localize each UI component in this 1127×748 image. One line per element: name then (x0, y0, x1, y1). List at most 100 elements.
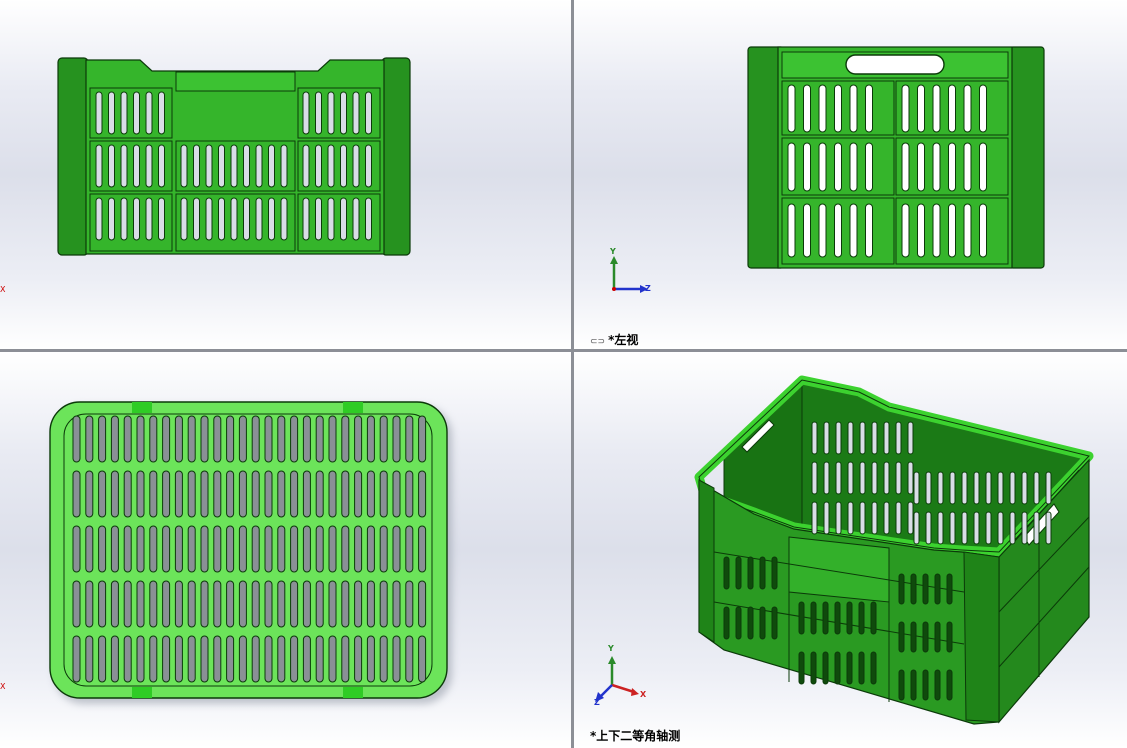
vent-slot (290, 470, 299, 518)
vent-slot (133, 91, 140, 135)
vent-slot (264, 580, 273, 628)
vent-slot (811, 501, 818, 535)
vent-slot (98, 525, 107, 573)
vent-slot (925, 511, 932, 545)
vent-slot (910, 669, 917, 701)
vent-slot (997, 471, 1004, 505)
vent-slot (340, 144, 347, 188)
vent-slot (110, 415, 119, 463)
vent-slot (218, 197, 225, 241)
vent-slot (264, 635, 273, 683)
vent-slot (979, 84, 987, 133)
vent-slot (418, 635, 427, 683)
vent-slot (277, 415, 286, 463)
vent-slot (98, 470, 107, 518)
vent-slot (174, 470, 183, 518)
vent-slot (913, 471, 920, 505)
vent-slot (418, 415, 427, 463)
vent-slot (110, 525, 119, 573)
vent-slot (123, 415, 132, 463)
vent-slot (949, 511, 956, 545)
viewport-front[interactable]: X (0, 0, 571, 349)
vent-slot (810, 601, 817, 635)
vent-slot (213, 525, 222, 573)
vent-slot (759, 606, 766, 640)
vent-slot (238, 580, 247, 628)
crate-left-view (610, 46, 1045, 293)
vent-slot (251, 470, 260, 518)
vent-slot (859, 501, 866, 535)
vent-slot (277, 470, 286, 518)
x-axis-label-fragment-top: X (0, 682, 6, 691)
vent-slot (149, 635, 158, 683)
vent-slot (315, 197, 322, 241)
vent-slot (822, 601, 829, 635)
vent-slot (835, 421, 842, 455)
vent-slot (110, 635, 119, 683)
view-label-text: 上下二等角轴测 (596, 729, 681, 743)
vent-slot (327, 91, 335, 135)
vent-slot (187, 635, 196, 683)
vent-slot (354, 580, 363, 628)
vent-slot (392, 525, 401, 573)
vent-slot (108, 197, 115, 241)
vent-slot (379, 525, 388, 573)
vent-slot (985, 471, 992, 505)
vent-slot (932, 142, 941, 192)
vent-slot (823, 421, 830, 455)
vent-slot (85, 635, 94, 683)
vent-slot (158, 197, 165, 241)
vent-slot (392, 415, 401, 463)
vent-slot (302, 144, 310, 188)
vent-slot (366, 580, 375, 628)
vent-slot (255, 197, 263, 241)
vent-slot (213, 415, 222, 463)
vent-slot (818, 203, 827, 258)
vent-slot (255, 144, 263, 188)
vent-slot (846, 601, 853, 635)
vent-slot (133, 197, 140, 241)
vent-slot (949, 471, 956, 505)
vent-slot (193, 197, 200, 241)
vent-slot (226, 635, 235, 683)
crate-front-view (57, 57, 411, 256)
vent-slot (895, 421, 902, 455)
vent-slot (205, 197, 213, 241)
vent-slot (1021, 471, 1028, 505)
vent-slot (366, 635, 375, 683)
vent-slot (917, 203, 925, 258)
vent-slot (379, 580, 388, 628)
vent-slot (226, 525, 235, 573)
viewport-top[interactable]: X (0, 352, 571, 748)
vent-slot (180, 197, 188, 241)
vent-slot (238, 415, 247, 463)
vent-slot (901, 142, 910, 192)
vent-slot (213, 580, 222, 628)
vent-slot (205, 144, 213, 188)
view-label-iso: *上下二等角轴测 (590, 727, 680, 744)
vent-slot (327, 144, 335, 188)
vent-slot (917, 142, 925, 192)
vent-slot (354, 525, 363, 573)
vent-slot (226, 415, 235, 463)
vent-slot (328, 635, 337, 683)
vent-slot (145, 144, 153, 188)
viewport-isometric[interactable]: Y X Z *上下二等角轴测 (574, 352, 1127, 748)
vent-slot (910, 573, 917, 605)
vent-slot (871, 501, 878, 535)
vent-slot (418, 470, 427, 518)
vent-slot (405, 580, 414, 628)
vent-slot (811, 421, 818, 455)
vent-slot (835, 501, 842, 535)
vent-slot (251, 580, 260, 628)
vent-slot (162, 470, 171, 518)
vent-slot (973, 511, 980, 545)
vent-slot (798, 601, 805, 635)
vent-slot (932, 203, 941, 258)
vent-slot (895, 461, 902, 495)
vent-slot (290, 580, 299, 628)
vent-slot (849, 142, 858, 192)
viewport-left[interactable]: Y Z ⊂⊃ *左视 (574, 0, 1127, 349)
vent-slot (735, 556, 742, 590)
vent-slot (341, 415, 350, 463)
